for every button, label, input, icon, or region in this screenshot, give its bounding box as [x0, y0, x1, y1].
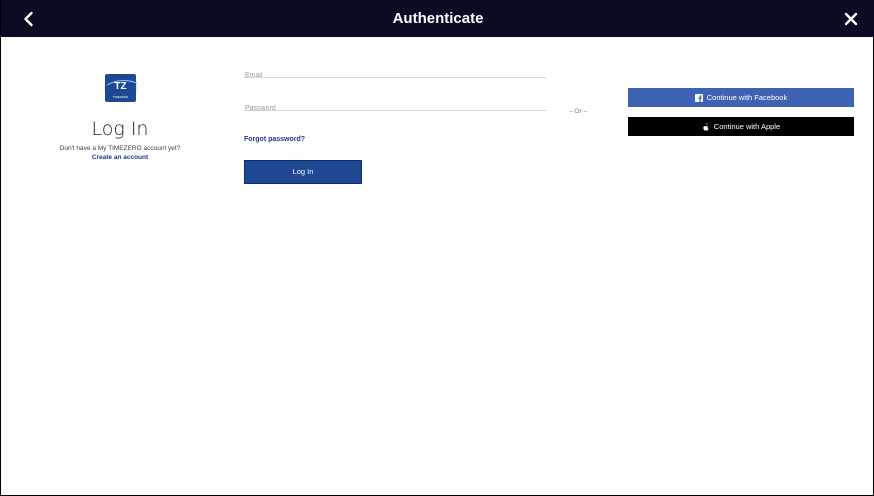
login-button[interactable]: Log In: [244, 160, 362, 184]
close-button[interactable]: [841, 9, 861, 29]
create-account-link[interactable]: Create an account: [1, 154, 239, 161]
apple-icon: [702, 122, 710, 131]
email-field[interactable]: [244, 69, 546, 82]
close-icon: [844, 12, 858, 26]
facebook-button-label: Continue with Facebook: [706, 93, 788, 102]
page-title: Log In: [91, 118, 149, 140]
email-field-wrapper: [244, 64, 546, 82]
apple-button-label: Continue with Apple: [713, 122, 781, 131]
facebook-icon: [694, 93, 703, 102]
forgot-password-link[interactable]: Forgot password?: [244, 136, 305, 143]
password-field[interactable]: [244, 102, 546, 115]
continue-with-apple-button[interactable]: Continue with Apple: [628, 117, 854, 136]
title-bar: Authenticate: [1, 0, 874, 37]
window-title: Authenticate: [392, 10, 484, 27]
timezero-logo: TZ TIMEZERO: [104, 73, 138, 103]
logo-text: TZ: [114, 81, 126, 92]
logo-subtext: TIMEZERO: [113, 95, 129, 99]
password-field-wrapper: [244, 97, 546, 115]
no-account-text: Don't have a My TIMEZERO account yet?: [59, 145, 181, 152]
or-separator: – Or –: [569, 108, 588, 115]
continue-with-facebook-button[interactable]: Continue with Facebook: [628, 88, 854, 107]
auth-window: Authenticate TZ TIMEZERO Log In Don't ha…: [0, 0, 874, 496]
